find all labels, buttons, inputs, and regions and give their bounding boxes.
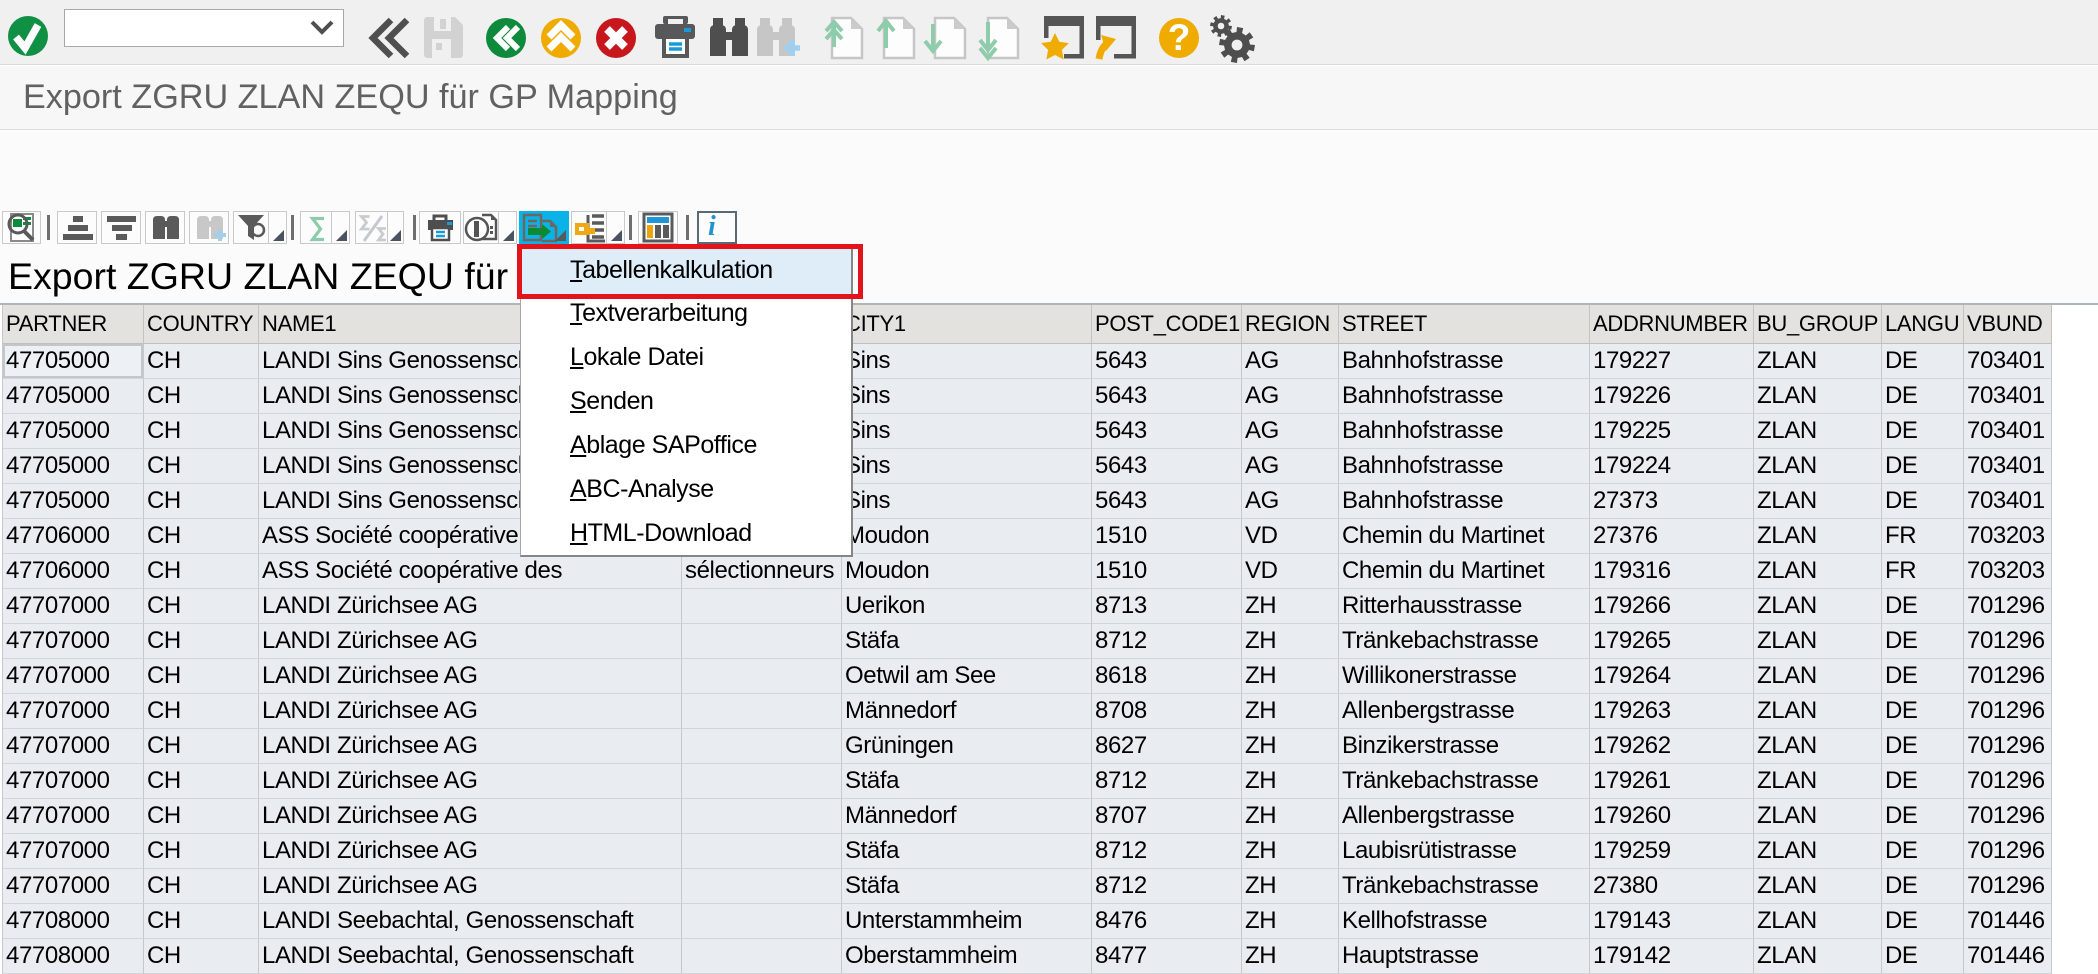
svg-text:?: ? [1168, 17, 1191, 58]
